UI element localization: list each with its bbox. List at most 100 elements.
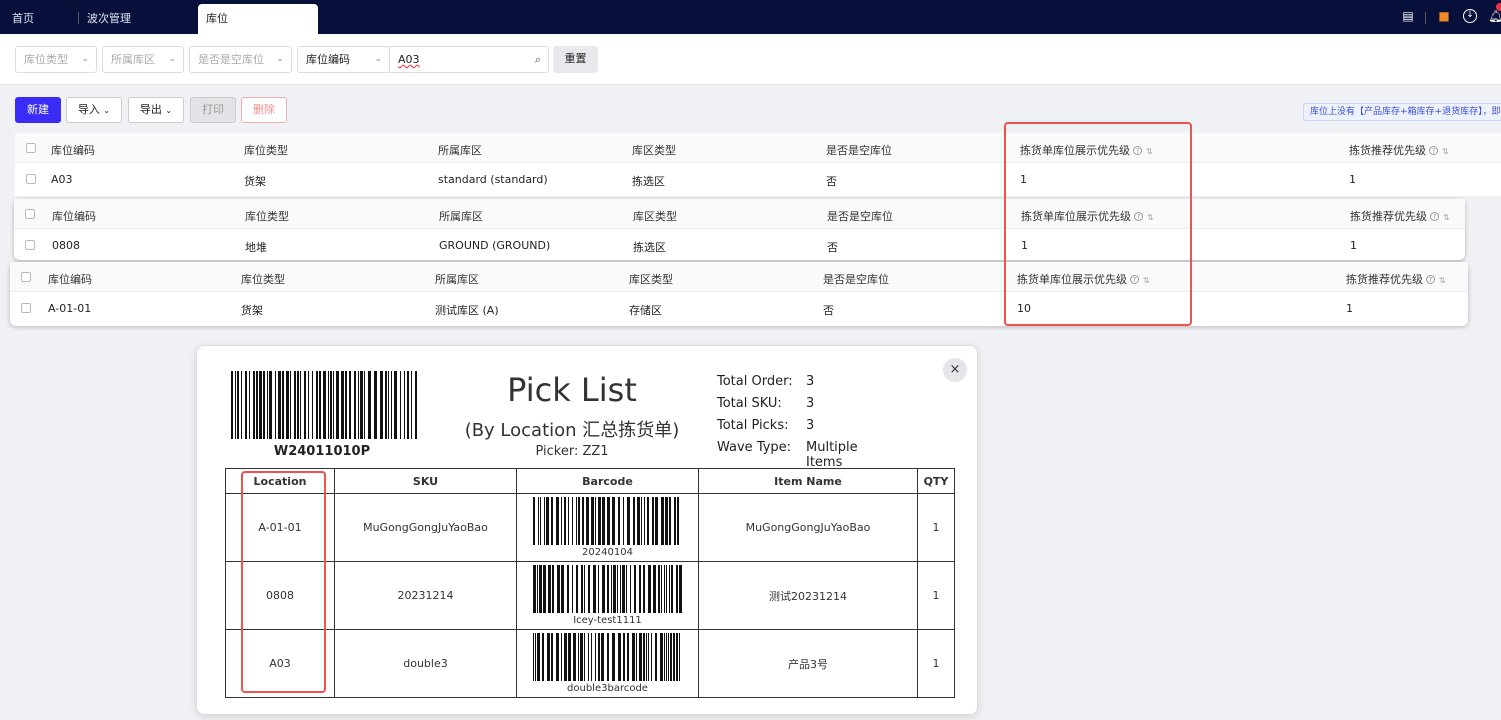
table-cell: A03 xyxy=(51,173,73,186)
barcode-bar xyxy=(625,565,627,613)
table-cell: 货架 xyxy=(241,304,263,317)
barcode-bar xyxy=(537,497,539,545)
barcode-bar xyxy=(645,633,647,681)
help-icon[interactable]: ? xyxy=(1430,212,1439,221)
barcode-bar xyxy=(629,565,631,613)
robot-icon[interactable]: ■ xyxy=(1437,9,1451,23)
row-checkbox[interactable] xyxy=(21,303,31,313)
chevron-down-icon: ⌄ xyxy=(374,54,382,64)
bell-icon[interactable]: 🔔︎ xyxy=(1488,9,1501,23)
barcode-bar xyxy=(633,565,636,613)
barcode-bar xyxy=(267,371,268,439)
barcode-bar xyxy=(241,371,242,439)
barcode-bar xyxy=(294,371,296,439)
select-value: 库位编码 xyxy=(306,53,350,66)
stat-label: Wave Type: xyxy=(717,440,792,455)
barcode-bar xyxy=(636,497,640,545)
sort-icon[interactable]: ⇅ xyxy=(1442,147,1449,156)
barcode-bar xyxy=(579,633,583,681)
column-header[interactable]: 拣货推荐优先级? ⇅ xyxy=(1349,142,1449,158)
column-header[interactable]: 拣货推荐优先级? ⇅ xyxy=(1346,271,1446,287)
chevron-down-icon: ⌄ xyxy=(276,54,284,64)
print-button[interactable]: 打印 xyxy=(190,97,236,123)
barcode-bar xyxy=(597,633,600,681)
search-field-select[interactable]: 库位编码 ⌄ xyxy=(297,46,390,73)
select-all-checkbox[interactable] xyxy=(26,143,36,153)
reset-button[interactable]: 重置 xyxy=(553,46,598,73)
search-input[interactable]: A03 ⌕ xyxy=(389,46,549,73)
barcode-bar xyxy=(563,497,566,545)
header-label: 是否是空库位 xyxy=(823,273,889,286)
help-icon[interactable]: ? xyxy=(1429,146,1438,155)
tab-location[interactable]: 库位 xyxy=(198,4,318,34)
download-icon[interactable]: ↓ xyxy=(1463,9,1477,23)
barcode-bar xyxy=(256,371,258,439)
column-header: 库位编码 xyxy=(51,142,95,158)
location-type-select[interactable]: 库位类型 ⌄ xyxy=(15,46,97,73)
import-button[interactable]: 导入 ⌄ xyxy=(66,97,122,123)
barcode-bar xyxy=(368,371,371,439)
barcode-bar xyxy=(611,497,615,545)
barcode-bar xyxy=(647,565,651,613)
export-button[interactable]: 导出 ⌄ xyxy=(128,97,184,123)
select-all-checkbox[interactable] xyxy=(25,209,35,219)
barcode-bar xyxy=(606,565,609,613)
table-row[interactable]: 0808 地堆 GROUND (GROUND) 拣选区否 1 1 xyxy=(14,229,1465,260)
picker-label: Picker: ZZ1 xyxy=(535,444,609,459)
barcode-bar xyxy=(572,633,576,681)
inbox-icon[interactable]: ▤ xyxy=(1401,9,1415,23)
barcode-cell: double3barcode xyxy=(516,629,699,698)
barcode-bar xyxy=(380,371,383,439)
sort-icon[interactable]: ⇅ xyxy=(1439,276,1446,285)
barcode-bar xyxy=(538,565,542,613)
barcode-bar xyxy=(407,371,409,439)
is-empty-select[interactable]: 是否是空库位 ⌄ xyxy=(189,46,292,73)
barcode-bar xyxy=(635,633,637,681)
row-checkbox[interactable] xyxy=(25,240,35,250)
barcode-cell: Icey-test1111 xyxy=(516,561,699,630)
item-name-cell: 测试20231214 xyxy=(698,561,918,630)
stat-label: Total SKU: xyxy=(717,396,782,411)
table-cell: 测试库区 (A) xyxy=(435,304,499,317)
table-cell: A-01-01 xyxy=(48,302,92,315)
barcode-bar xyxy=(581,497,584,545)
barcode-bar xyxy=(577,497,580,545)
select-all-checkbox[interactable] xyxy=(21,272,31,282)
sort-icon[interactable]: ⇅ xyxy=(1443,213,1450,222)
tab-wave-management[interactable]: 波次管理 xyxy=(87,4,131,34)
barcode-bar xyxy=(583,565,585,613)
pick-list-title: Pick List xyxy=(507,371,637,409)
row-checkbox[interactable] xyxy=(26,174,36,184)
table-row[interactable]: A03 货架 standard (standard) 拣选区否 1 1 xyxy=(15,163,1501,196)
search-icon[interactable]: ⌕ xyxy=(535,47,541,72)
header-label: 库区类型 xyxy=(633,210,677,223)
pick-row: 0808 20231214 Icey-test1111 测试20231214 1 xyxy=(225,561,955,630)
barcode-bar xyxy=(532,497,535,545)
delete-button[interactable]: 删除 xyxy=(241,97,287,123)
header-label: 库位类型 xyxy=(245,210,289,223)
tab-home[interactable]: 首页 xyxy=(12,4,34,34)
pick-list-table: Location SKU Barcode Item Name QTY A-01-01 M… xyxy=(225,468,955,698)
table-row[interactable]: A-01-01 货架 测试库区 (A) 存储区否 10 1 xyxy=(10,292,1468,326)
barcode-bar xyxy=(560,565,564,613)
column-header[interactable]: 拣货推荐优先级? ⇅ xyxy=(1350,208,1450,224)
barcode-bar xyxy=(547,565,551,613)
barcode-bar xyxy=(672,633,675,681)
header-label: 拣货推荐优先级 xyxy=(1346,273,1423,286)
zone-select[interactable]: 所属库区 ⌄ xyxy=(102,46,184,73)
new-button[interactable]: 新建 xyxy=(15,97,61,123)
filter-bar: 库位类型 ⌄ 所属库区 ⌄ 是否是空库位 ⌄ 库位编码 ⌄ A03 ⌕ 重置 xyxy=(0,34,1501,85)
barcode-bar xyxy=(616,565,618,613)
qty-cell: 1 xyxy=(917,629,955,698)
barcode-bar xyxy=(388,371,389,439)
table-header: 库位编码 库位类型 所属库区 库区类型 是否是空库位 拣货单库位展示优先级? ⇅ 拣货推荐优先… xyxy=(14,199,1465,229)
close-button[interactable]: × xyxy=(943,358,967,382)
item-barcode xyxy=(532,633,680,681)
barcode-bar xyxy=(665,565,667,613)
table-cell: GROUND (GROUND) xyxy=(439,239,551,252)
barcode-bar xyxy=(610,565,612,613)
header-label: 库位编码 xyxy=(48,273,92,286)
table-cell: standard (standard) xyxy=(438,173,548,186)
barcode-bar xyxy=(551,565,554,613)
help-icon[interactable]: ? xyxy=(1426,275,1435,284)
